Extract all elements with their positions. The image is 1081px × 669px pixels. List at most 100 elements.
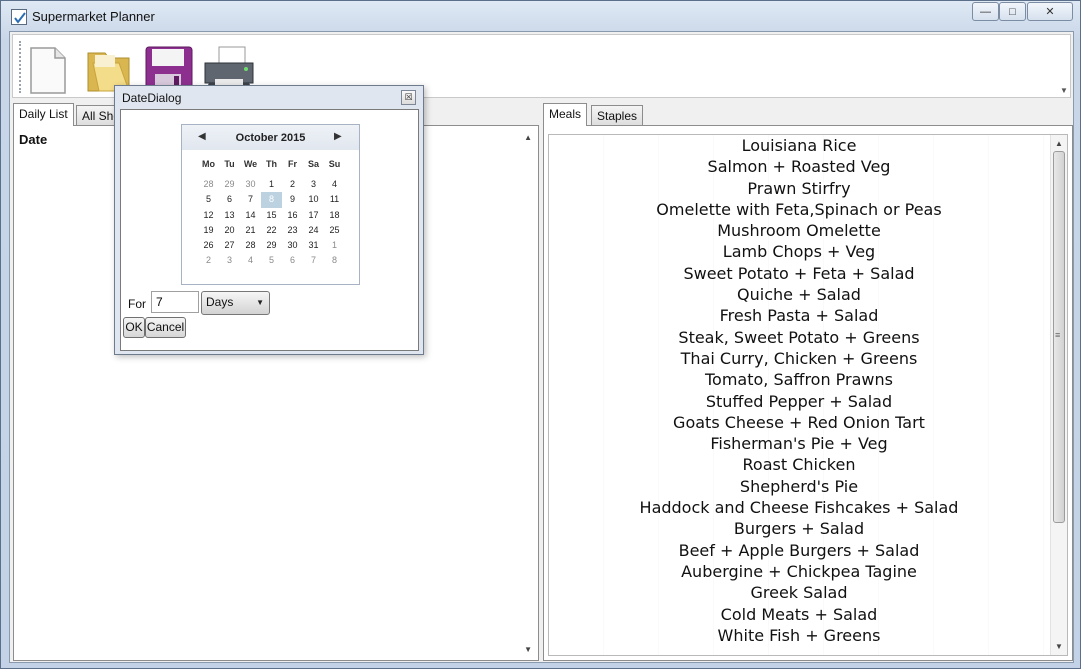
calendar-day[interactable]: 25 (324, 223, 345, 238)
calendar-day[interactable]: 29 (261, 238, 282, 253)
tab-daily-list[interactable]: Daily List (13, 103, 74, 126)
calendar: ◀ October 2015 ▶ Mo Tu We Th Fr Sa Su 28 29 30 1 2 3… (181, 124, 360, 285)
calendar-day[interactable]: 27 (219, 238, 240, 253)
scroll-up-icon[interactable]: ▲ (1055, 139, 1063, 148)
tab-staples[interactable]: Staples (591, 105, 644, 126)
meal-item[interactable]: Salmon + Roasted Veg (549, 156, 1049, 177)
calendar-day[interactable]: 10 (303, 192, 324, 207)
dropdown-arrow-icon: ▼ (256, 298, 264, 307)
calendar-day[interactable]: 15 (261, 208, 282, 223)
calendar-day[interactable]: 6 (219, 192, 240, 207)
calendar-day[interactable]: 21 (240, 223, 261, 238)
calendar-next-month-icon[interactable]: ▶ (334, 131, 342, 142)
calendar-day[interactable]: 7 (240, 192, 261, 207)
calendar-day[interactable]: 11 (324, 192, 345, 207)
scroll-up-icon[interactable]: ▲ (524, 133, 532, 142)
calendar-day[interactable]: 5 (261, 253, 282, 268)
calendar-day[interactable]: 16 (282, 208, 303, 223)
calendar-day[interactable]: 28 (198, 177, 219, 192)
meal-item[interactable]: Fresh Pasta + Salad (549, 305, 1049, 326)
calendar-day[interactable]: 3 (303, 177, 324, 192)
new-file-button[interactable] (27, 45, 77, 95)
meal-item[interactable]: Burgers + Salad (549, 518, 1049, 539)
ok-button[interactable]: OK (123, 317, 145, 338)
calendar-day[interactable]: 29 (219, 177, 240, 192)
meal-item[interactable]: Mushroom Omelette (549, 220, 1049, 241)
calendar-day[interactable]: 20 (219, 223, 240, 238)
calendar-day[interactable]: 8 (324, 253, 345, 268)
calendar-day[interactable]: 4 (240, 253, 261, 268)
meal-item[interactable]: Thai Curry, Chicken + Greens (549, 348, 1049, 369)
calendar-day[interactable]: 3 (219, 253, 240, 268)
meal-item[interactable]: Greek Salad (549, 582, 1049, 603)
calendar-month-label[interactable]: October 2015 (182, 132, 359, 144)
scroll-down-icon[interactable]: ▼ (524, 645, 532, 654)
date-dialog: DateDialog ☒ ◀ October 2015 ▶ Mo Tu We Th Fr… (114, 85, 424, 355)
calendar-grid: Mo Tu We Th Fr Sa Su 28 29 30 1 2 3 4 5 6 7 8 9 10 11 12 13 14 1… (198, 157, 345, 268)
calendar-day[interactable]: 14 (240, 208, 261, 223)
toolbar-grip[interactable] (19, 41, 21, 93)
calendar-header: ◀ October 2015 ▶ (182, 125, 359, 150)
calendar-day-selected[interactable]: 8 (261, 192, 282, 208)
calendar-day[interactable]: 13 (219, 208, 240, 223)
calendar-day[interactable]: 18 (324, 208, 345, 223)
cancel-button[interactable]: Cancel (145, 317, 186, 338)
meal-item[interactable]: Roast Chicken (549, 454, 1049, 475)
calendar-day[interactable]: 12 (198, 208, 219, 223)
calendar-day[interactable]: 1 (324, 238, 345, 253)
calendar-weekday: Su (328, 159, 341, 169)
meal-item[interactable]: Prawn Stirfry (549, 178, 1049, 199)
calendar-day[interactable]: 23 (282, 223, 303, 238)
for-label: For (128, 297, 146, 311)
calendar-day[interactable]: 17 (303, 208, 324, 223)
minimize-button[interactable]: — (972, 2, 999, 21)
meals-scrollbar[interactable]: ▲ ≡ ▼ (1050, 135, 1067, 655)
duration-input[interactable] (151, 291, 199, 313)
meal-item[interactable]: Louisiana Rice (549, 135, 1049, 156)
calendar-day[interactable]: 26 (198, 238, 219, 253)
meal-item[interactable]: Fisherman's Pie + Veg (549, 433, 1049, 454)
calendar-day[interactable]: 6 (282, 253, 303, 268)
dialog-close-button[interactable]: ☒ (401, 90, 416, 105)
scroll-thumb[interactable]: ≡ (1053, 151, 1065, 523)
meal-item[interactable]: Goats Cheese + Red Onion Tart (549, 412, 1049, 433)
meal-item[interactable]: White Fish + Greens (549, 625, 1049, 646)
meal-item[interactable]: Haddock and Cheese Fishcakes + Salad (549, 497, 1049, 518)
calendar-day[interactable]: 31 (303, 238, 324, 253)
scroll-down-icon[interactable]: ▼ (1055, 642, 1063, 651)
calendar-day[interactable]: 9 (282, 192, 303, 207)
calendar-day[interactable]: 2 (282, 177, 303, 192)
meal-item[interactable]: Cold Meats + Salad (549, 604, 1049, 625)
meal-item[interactable]: Stuffed Pepper + Salad (549, 391, 1049, 412)
calendar-day[interactable]: 28 (240, 238, 261, 253)
calendar-day[interactable]: 2 (198, 253, 219, 268)
meal-item[interactable]: Beef + Apple Burgers + Salad (549, 540, 1049, 561)
tab-meals[interactable]: Meals (543, 103, 588, 126)
calendar-day[interactable]: 7 (303, 253, 324, 268)
meal-item[interactable]: Quiche + Salad (549, 284, 1049, 305)
meal-item[interactable]: Sweet Potato + Feta + Salad (549, 263, 1049, 284)
meal-item[interactable]: Steak, Sweet Potato + Greens (549, 327, 1049, 348)
calendar-day[interactable]: 22 (261, 223, 282, 238)
toolbar-overflow-button[interactable]: ▼ (1060, 87, 1068, 95)
close-button[interactable]: ✕ (1027, 2, 1073, 21)
meal-item[interactable]: Omelette with Feta,Spinach or Peas (549, 199, 1049, 220)
calendar-day[interactable]: 1 (261, 177, 282, 192)
meal-item[interactable]: Lamb Chops + Veg (549, 241, 1049, 262)
calendar-day[interactable]: 30 (240, 177, 261, 192)
calendar-weekday: Mo (202, 159, 215, 169)
meal-item[interactable]: Aubergine + Chickpea Tagine (549, 561, 1049, 582)
scroll-grip-icon: ≡ (1055, 330, 1061, 340)
meal-item[interactable]: Tomato, Saffron Prawns (549, 369, 1049, 390)
calendar-day[interactable]: 30 (282, 238, 303, 253)
app-window: Supermarket Planner — □ ✕ ▼ Daily List A… (0, 0, 1081, 669)
calendar-day[interactable]: 19 (198, 223, 219, 238)
duration-unit-dropdown[interactable]: Days ▼ (201, 291, 270, 315)
calendar-week-row: 12 13 14 15 16 17 18 (198, 208, 345, 223)
meal-item[interactable]: Shepherd's Pie (549, 476, 1049, 497)
calendar-day[interactable]: 4 (324, 177, 345, 192)
calendar-day[interactable]: 5 (198, 192, 219, 207)
calendar-day[interactable]: 24 (303, 223, 324, 238)
maximize-button[interactable]: □ (999, 2, 1026, 21)
title-bar[interactable]: Supermarket Planner — □ ✕ (1, 1, 1080, 31)
